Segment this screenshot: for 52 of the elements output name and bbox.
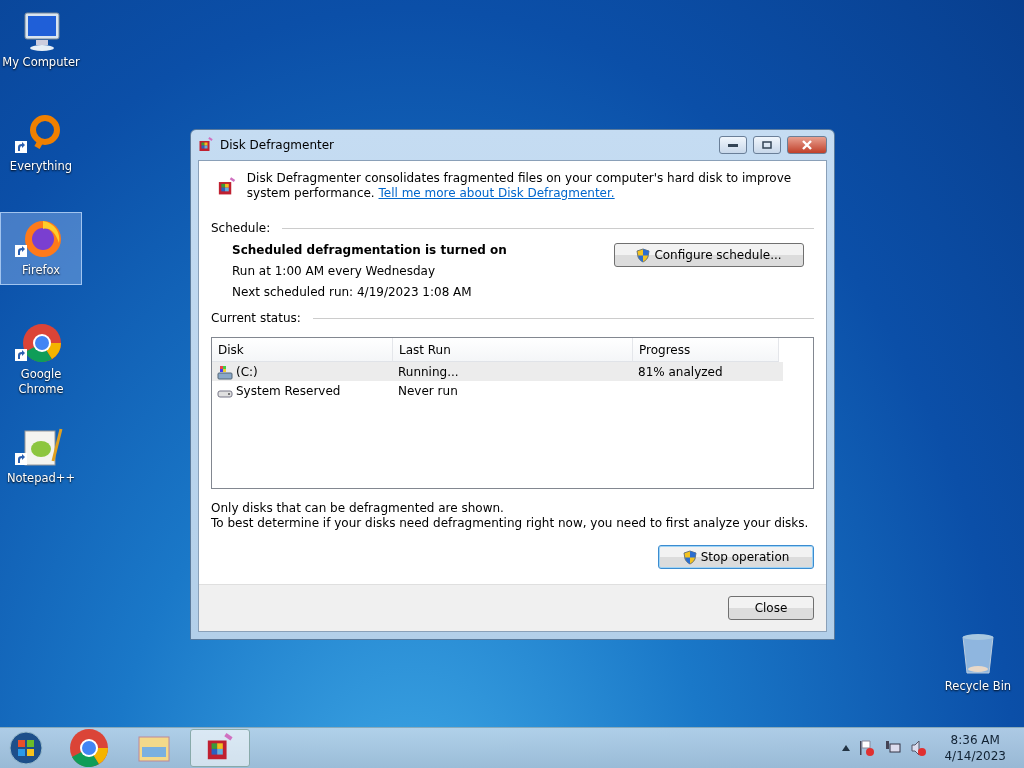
close-button[interactable]: Close [728, 596, 814, 620]
desktop-icon-label: Everything [9, 159, 73, 174]
schedule-detail: Next scheduled run: 4/19/2023 1:08 AM [232, 285, 473, 299]
defrag-icon [198, 137, 214, 153]
drive-icon [217, 389, 233, 398]
close-window-button[interactable] [787, 136, 827, 154]
desktop-icon-label: My Computer [2, 55, 80, 70]
folder-icon [138, 733, 170, 763]
desktop-icon[interactable]: Notepad++ [0, 420, 82, 493]
minimize-button[interactable] [719, 136, 747, 154]
note-text: Only disks that can be defragmented are shown. [211, 501, 505, 516]
desktop-icon[interactable]: Everything [0, 108, 82, 181]
window-title: Disk Defragmenter [220, 138, 336, 152]
minimize-icon [728, 143, 738, 147]
desktop-icon-label: Recycle Bin [944, 679, 1012, 694]
desktop-icon[interactable]: Google Chrome [0, 316, 82, 404]
schedule-status: Scheduled defragmentation is turned on [232, 243, 507, 257]
close-icon [802, 140, 812, 150]
shield-icon [682, 549, 697, 565]
table-cell: (C:) [212, 362, 393, 381]
desktop-icon-label: Google Chrome [17, 367, 65, 397]
column-header[interactable]: Progress [633, 338, 779, 362]
stop-operation-button[interactable]: Stop operation [658, 545, 814, 569]
column-header[interactable]: Disk [212, 338, 393, 362]
maximize-button[interactable] [753, 136, 781, 154]
disk-row[interactable]: (C:) Running... 81% analyzed [212, 362, 783, 381]
maximize-icon [762, 141, 772, 149]
desktop-icon[interactable]: Firefox [0, 212, 82, 285]
intro-text: Disk Defragmenter consolidates fragmented files on your computer's hard disk to improve system performance. Tell me more about Disk Defragmenter. [246, 171, 793, 201]
desktop-icon-label: Firefox [21, 263, 61, 278]
show-hidden-icons-icon[interactable] [842, 745, 851, 751]
taskbar-button[interactable] [190, 729, 250, 767]
table-cell: System Reserved [212, 381, 393, 400]
table-cell-text: Never run [397, 382, 459, 400]
note-text: To best determine if your disks need defragmenting right now, you need to first analyze your disks. [211, 516, 810, 531]
desktop-icon[interactable]: Recycle Bin [937, 626, 1019, 701]
configure-schedule-button[interactable]: Configure schedule... [614, 243, 804, 267]
speaker-icon[interactable] [910, 739, 929, 757]
column-header[interactable]: Last Run [393, 338, 633, 362]
schedule-detail: Run at 1:00 AM every Wednesday [232, 264, 437, 278]
table-cell-text: Running... [397, 363, 460, 381]
shield-icon [636, 247, 651, 263]
drive-icon [217, 363, 233, 380]
desktop-icon[interactable]: My Computer [0, 4, 82, 77]
desktop-icon-label: Notepad++ [6, 471, 76, 486]
disk-row[interactable]: System Reserved Never run [212, 381, 783, 400]
flag-icon[interactable] [858, 739, 877, 757]
status-heading: Current status: [211, 311, 301, 325]
help-link[interactable]: Tell me more about Disk Defragmenter. [378, 186, 615, 200]
table-cell-text: 81% analyzed [637, 363, 724, 381]
clock[interactable]: 8:36 AM 4/14/2023 [944, 732, 1006, 764]
schedule-heading: Schedule: [211, 221, 271, 235]
